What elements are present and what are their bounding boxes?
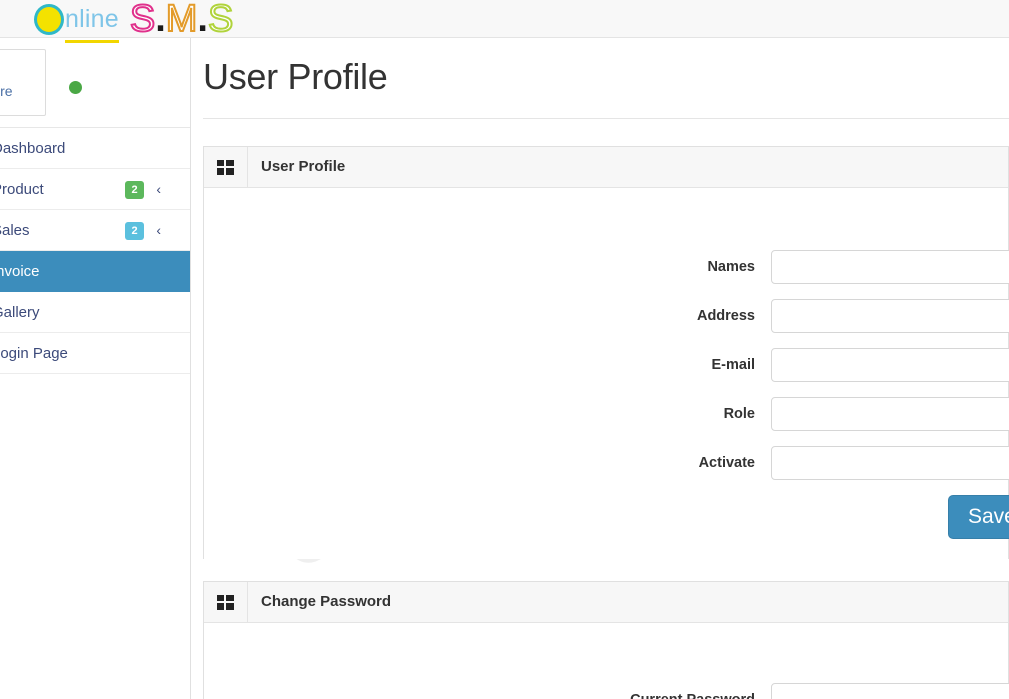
input-address[interactable]: [771, 299, 1009, 333]
sidebar-item-product[interactable]: ▣ Product 2 ‹: [0, 169, 190, 210]
panel-body: Current Password: [204, 623, 1009, 699]
panel-icon-box: [204, 582, 248, 622]
page-title: User Profile: [203, 56, 388, 97]
title-divider: [203, 118, 1009, 119]
form-row-activate: Activate: [204, 446, 1009, 495]
form-row-role: Role: [204, 397, 1009, 446]
form-row-names: Names: [204, 250, 1009, 299]
sidebar-item-login-page[interactable]: Login Page: [0, 333, 190, 374]
sidebar-badge-sales: 2: [125, 222, 144, 240]
top-header-bar: nline S.M.S: [0, 0, 1009, 43]
label-address: Address: [696, 308, 755, 324]
user-picture-placeholder[interactable]: User Picture: [0, 49, 46, 116]
sidebar-item-dashboard[interactable]: ▦ Dashboard: [0, 128, 190, 169]
label-current-password: Current Password: [204, 683, 755, 699]
th-large-icon: [217, 595, 234, 610]
sidebar: User Picture ▦ Dashboard ▣ Product 2 ‹ ▾…: [0, 38, 191, 699]
user-online-status-dot: [69, 81, 82, 94]
input-email[interactable]: [771, 348, 1009, 382]
input-role[interactable]: [771, 397, 1009, 431]
sidebar-item-label: Invoice: [0, 263, 40, 280]
app-root: nlineS.M.S User Picture ▦ Dashboard ▣ Pr…: [0, 0, 1009, 699]
sidebar-item-sales[interactable]: ▾ Sales 2 ‹: [0, 210, 190, 251]
label-email: E-mail: [711, 357, 755, 373]
content-area: User Profile codeby.net User Profile Nam…: [191, 38, 1009, 699]
panel-title: User Profile: [261, 158, 346, 175]
logo-dot-first: .: [155, 0, 166, 40]
label-role: Role: [723, 406, 755, 422]
logo-m: M: [165, 0, 199, 40]
panel-header: Change Password: [204, 582, 1008, 623]
panel-icon-box: [204, 147, 248, 187]
label-activate: Activate: [698, 455, 755, 471]
logo-s-first: S: [129, 0, 156, 40]
sidebar-item-gallery[interactable]: ▣ Gallery: [0, 292, 190, 333]
panel-body: Names Address E-mail Role Activate Sav: [204, 188, 1009, 559]
logo-s-second: S: [207, 0, 234, 40]
sidebar-user-panel: User Picture: [0, 38, 190, 128]
sidebar-badge-product: 2: [125, 181, 144, 199]
form-row-current-password: Current Password: [204, 683, 1009, 699]
th-large-icon: [217, 160, 234, 175]
panel-user-profile: User Profile Names Address E-mail Role A…: [203, 146, 1009, 559]
logo-o-circle-icon: [34, 4, 64, 35]
panel-title: Change Password: [261, 593, 392, 610]
panel-header: User Profile: [204, 147, 1008, 188]
panel-change-password: Change Password Current Password: [203, 581, 1009, 699]
chevron-left-icon[interactable]: ‹: [156, 210, 161, 251]
form-row-address: Address: [204, 299, 1009, 348]
sidebar-item-label: Gallery: [0, 304, 40, 321]
logo-nline-text: nline: [65, 0, 119, 43]
input-names[interactable]: [771, 250, 1009, 284]
save-button[interactable]: Save: [948, 495, 1009, 539]
form-row-actions: Save: [204, 495, 1009, 551]
input-current-password[interactable]: [771, 683, 1009, 699]
form-row-email: E-mail: [204, 348, 1009, 397]
chevron-left-icon[interactable]: ‹: [156, 169, 161, 210]
sidebar-item-invoice[interactable]: ≡ Invoice: [0, 251, 190, 292]
sidebar-item-label: Dashboard: [0, 140, 66, 157]
sidebar-item-label: Login Page: [0, 345, 68, 362]
logo-dot-second: .: [197, 0, 208, 40]
sidebar-item-label: Sales: [0, 222, 30, 239]
sidebar-item-label: Product: [0, 181, 44, 198]
app-logo[interactable]: nline S.M.S: [34, 0, 234, 43]
label-names: Names: [707, 259, 755, 275]
input-activate[interactable]: [771, 446, 1009, 480]
